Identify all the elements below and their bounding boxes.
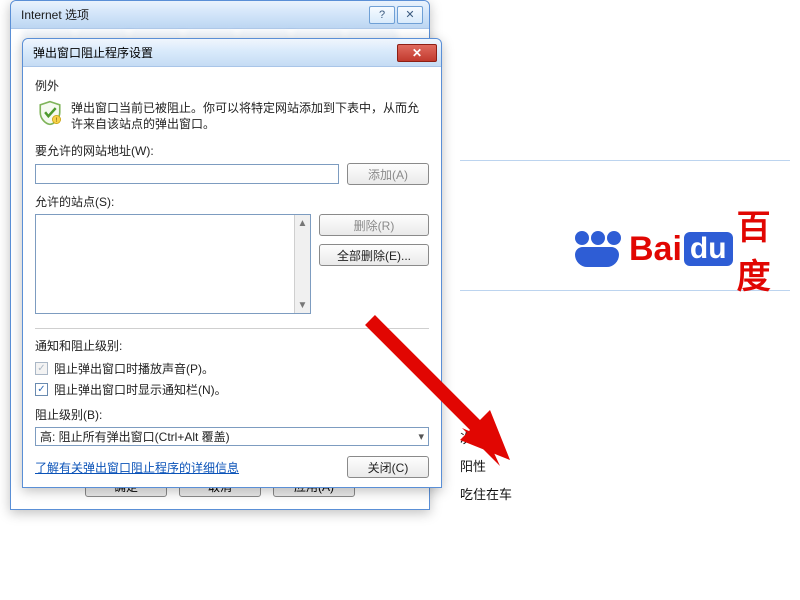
close-dialog-button[interactable]: 关闭(C) <box>347 456 429 478</box>
address-label: 要允许的网站地址(W): <box>35 142 429 159</box>
svg-text:!: ! <box>56 117 58 124</box>
stray-text: 次 <box>460 428 473 447</box>
titlebar[interactable]: Internet 选项 ? ✕ <box>11 1 429 29</box>
block-level-dropdown[interactable]: 高: 阻止所有弹出窗口(Ctrl+Alt 覆盖) ▾ <box>35 427 429 446</box>
separator <box>35 328 429 329</box>
page-separator <box>460 160 790 161</box>
sound-checkbox-label: 阻止弹出窗口时播放声音(P)。 <box>54 360 214 377</box>
help-button[interactable]: ? <box>369 6 395 24</box>
exceptions-explain: 弹出窗口当前已被阻止。你可以将特定网站添加到下表中，从而允许来自该站点的弹出窗口… <box>71 100 429 132</box>
allowed-sites-listbox[interactable]: ▲ ▼ <box>35 214 311 314</box>
paw-icon <box>575 231 621 267</box>
scroll-down-icon[interactable]: ▼ <box>295 297 310 313</box>
scrollbar[interactable]: ▲ ▼ <box>294 215 310 313</box>
sound-checkbox[interactable]: ✓ <box>35 362 48 375</box>
notification-bar-checkbox[interactable]: ✓ <box>35 383 48 396</box>
address-input[interactable] <box>35 164 339 184</box>
block-level-label: 阻止级别(B): <box>35 406 429 423</box>
window-title: Internet 选项 <box>21 6 367 23</box>
notification-bar-checkbox-label: 阻止弹出窗口时显示通知栏(N)。 <box>54 381 227 398</box>
close-button[interactable]: ✕ <box>397 6 423 24</box>
block-level-value: 高: 阻止所有弹出窗口(Ctrl+Alt 覆盖) <box>40 428 230 445</box>
remove-button[interactable]: 删除(R) <box>319 214 429 236</box>
add-button[interactable]: 添加(A) <box>347 163 429 185</box>
exceptions-header: 例外 <box>35 77 429 94</box>
close-icon[interactable]: ✕ <box>397 44 437 62</box>
notify-header: 通知和阻止级别: <box>35 337 429 354</box>
baidu-logo: Bai du 百度 <box>575 200 800 298</box>
dialog-titlebar[interactable]: 弹出窗口阻止程序设置 ✕ <box>23 39 441 67</box>
stray-text: 吃住在车 <box>460 484 512 503</box>
stray-text: 阳性 <box>460 456 486 475</box>
learn-more-link[interactable]: 了解有关弹出窗口阻止程序的详细信息 <box>35 459 239 476</box>
logo-bai: Bai <box>629 230 682 269</box>
logo-cn: 百度 <box>737 200 800 298</box>
allowed-sites-label: 允许的站点(S): <box>35 193 429 210</box>
chevron-down-icon: ▾ <box>418 430 424 443</box>
scroll-up-icon[interactable]: ▲ <box>295 215 310 231</box>
logo-du: du <box>684 232 733 266</box>
dialog-title: 弹出窗口阻止程序设置 <box>33 44 397 61</box>
popup-blocker-settings-dialog: 弹出窗口阻止程序设置 ✕ 例外 ! 弹出窗口当前已被阻止。你可以将特定网站添加到… <box>22 38 442 488</box>
shield-check-icon: ! <box>37 100 63 126</box>
remove-all-button[interactable]: 全部删除(E)... <box>319 244 429 266</box>
